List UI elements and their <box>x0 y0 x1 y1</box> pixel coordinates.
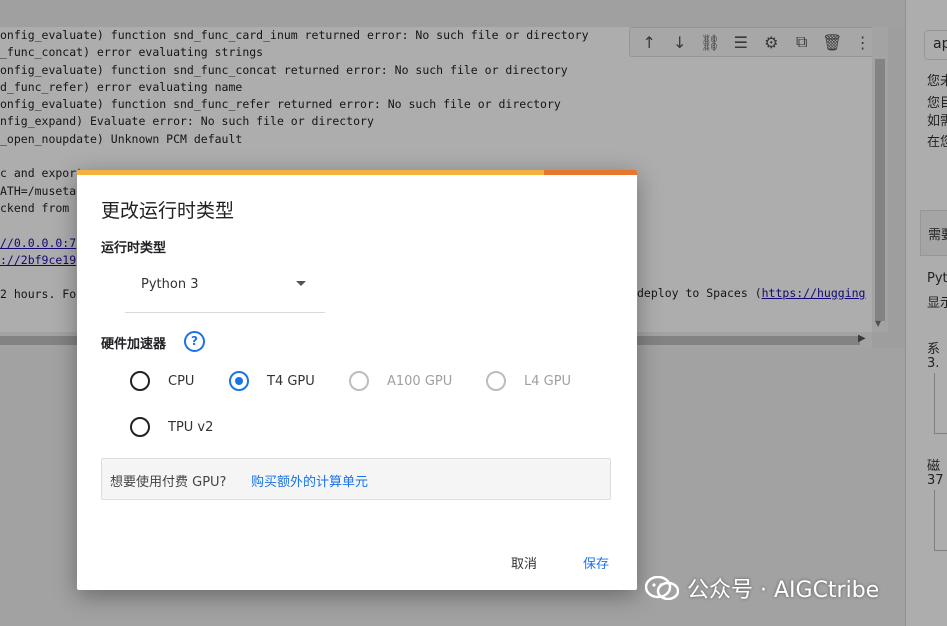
radio-circle-icon <box>349 371 369 391</box>
paid-gpu-promo: 想要使用付费 GPU? 购买额外的计算单元 <box>101 458 611 500</box>
save-button[interactable]: 保存 <box>583 553 609 572</box>
radio-circle-icon[interactable] <box>229 371 249 391</box>
radio-circle-icon[interactable] <box>130 417 150 437</box>
change-runtime-dialog: 更改运行时类型 运行时类型 Python 3 硬件加速器 ? CPU T4 GP… <box>77 170 637 590</box>
cancel-button[interactable]: 取消 <box>511 553 537 572</box>
hardware-accelerator-label: 硬件加速器 <box>101 337 167 352</box>
radio-label: T4 GPU <box>267 373 315 389</box>
watermark-text: 公众号 · AIGCtribe <box>687 578 880 603</box>
radio-tpu-v2[interactable]: TPU v2 <box>130 417 213 437</box>
watermark: 公众号 · AIGCtribe <box>645 572 879 604</box>
help-icon[interactable]: ? <box>184 331 205 352</box>
dropdown-caret-icon <box>296 281 306 286</box>
radio-label: L4 GPU <box>524 373 572 389</box>
radio-label: A100 GPU <box>387 373 453 389</box>
dialog-title: 更改运行时类型 <box>101 200 235 222</box>
runtime-type-label: 运行时类型 <box>101 241 167 256</box>
radio-l4-gpu: L4 GPU <box>486 371 571 391</box>
radio-cpu[interactable]: CPU <box>130 371 194 391</box>
radio-circle-icon[interactable] <box>130 371 150 391</box>
radio-label: TPU v2 <box>168 419 214 435</box>
runtime-type-value: Python 3 <box>141 277 199 292</box>
radio-a100-gpu: A100 GPU <box>349 371 452 391</box>
runtime-type-select[interactable]: Python 3 <box>125 262 325 313</box>
radio-label: CPU <box>168 373 195 389</box>
radio-t4-gpu[interactable]: T4 GPU <box>229 371 315 391</box>
buy-compute-units-link[interactable]: 购买额外的计算单元 <box>251 471 368 490</box>
wechat-icon <box>645 576 679 600</box>
dialog-accent-bar <box>544 170 637 175</box>
promo-question: 想要使用付费 GPU? <box>110 475 227 490</box>
radio-circle-icon <box>486 371 506 391</box>
